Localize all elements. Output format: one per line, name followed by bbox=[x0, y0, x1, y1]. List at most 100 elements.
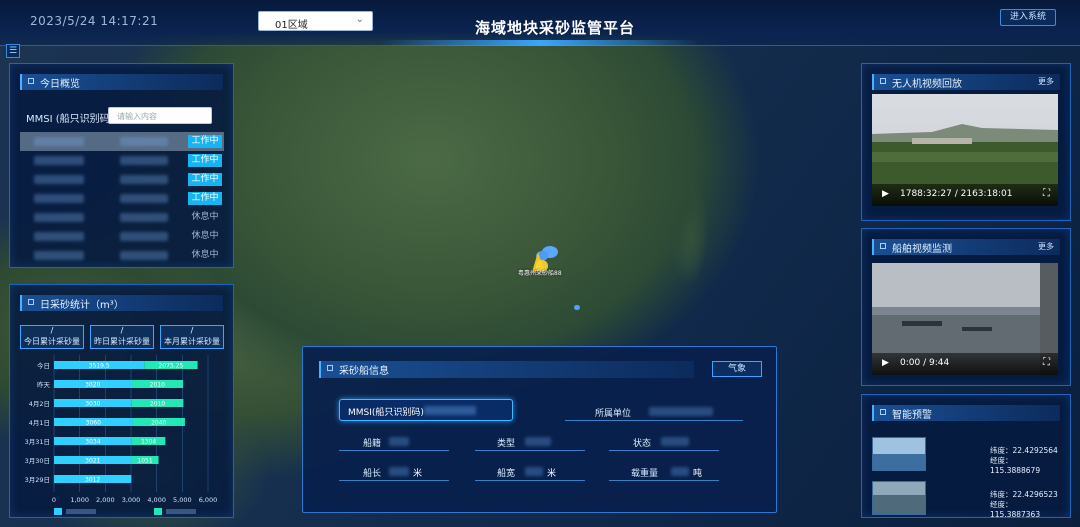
ship-info-panel: 采砂船信息 气象 MMSI(船只识别码) 所属单位 船籍 类型 状态 船长 米 船… bbox=[302, 346, 777, 513]
more-link[interactable]: 更多 bbox=[1038, 241, 1054, 252]
data-label: 3020 bbox=[85, 382, 100, 389]
panel-header: 船舶视频监测 更多 bbox=[872, 239, 1060, 255]
y-category-label: 4月1日 bbox=[29, 419, 50, 427]
data-label: 2040 bbox=[151, 420, 166, 427]
length-field: 船长 米 bbox=[339, 463, 449, 481]
ship-status-table: 工作中 工作中 工作中 工作中 休息中 休息中 休息中 bbox=[20, 132, 224, 265]
y-category-label: 3月30日 bbox=[25, 457, 50, 465]
table-row[interactable]: 休息中 bbox=[20, 227, 224, 246]
alert-item[interactable]: 纬度：22.4292564 经度：115.3888679 bbox=[872, 437, 1058, 475]
stat-card-today: / 今日累计采砂量 bbox=[20, 325, 84, 349]
width-field: 船宽 米 bbox=[475, 463, 585, 481]
legend-label-blur bbox=[66, 509, 96, 514]
ship-marker[interactable]: 粤惠州采砂船88 bbox=[518, 244, 578, 283]
table-row[interactable]: 工作中 bbox=[20, 189, 224, 208]
x-tick-label: 2,000 bbox=[96, 496, 115, 504]
today-ship-panel: 今日概览 MMSI (船只识别码): 请输入内容 工作中 工作中 工作中 工作中… bbox=[9, 63, 234, 268]
legend-label-blur bbox=[166, 509, 196, 514]
panel-title: 智能预警 bbox=[892, 410, 932, 421]
field-label: MMSI(船只识别码) bbox=[348, 408, 424, 418]
field-unit: 米 bbox=[413, 469, 423, 479]
more-link[interactable]: 更多 bbox=[1038, 76, 1054, 87]
data-label: 3030 bbox=[85, 401, 100, 408]
stat-cards: / 今日累计采砂量 / 昨日累计采砂量 / 本月累计采砂量 bbox=[20, 325, 224, 349]
video-time: 1788:32:27 / 2163:18:01 bbox=[900, 189, 1013, 199]
load-field: 载重量 吨 bbox=[609, 463, 719, 481]
video-controls: ▶ 1788:32:27 / 2163:18:01 ⛶ bbox=[872, 184, 1058, 206]
mmsi-search-input[interactable]: 请输入内容 bbox=[108, 107, 212, 124]
registry-field: 船籍 bbox=[339, 433, 449, 451]
panel-title: 船舶视频监测 bbox=[892, 244, 952, 255]
smart-alert-panel: 智能预警 纬度：22.4292564 经度：115.3888679 纬度：22.… bbox=[861, 394, 1071, 519]
alert-longitude: 经度：115.3888679 bbox=[990, 456, 1041, 475]
panel-header: 日采砂统计（m³） bbox=[20, 295, 223, 311]
menu-toggle-icon[interactable]: ☰ bbox=[6, 44, 20, 58]
play-icon[interactable]: ▶ bbox=[882, 189, 889, 199]
data-label: 2010 bbox=[150, 382, 165, 389]
x-tick-label: 1,000 bbox=[70, 496, 89, 504]
daily-sand-chart: 0 1,000 2,000 3,000 4,000 5,000 6,000 今日 3519.5 2… bbox=[25, 355, 218, 515]
alert-item[interactable]: 纬度：22.4296523 经度：115.3887363 bbox=[872, 481, 1058, 519]
alert-thumbnail bbox=[872, 481, 926, 515]
stat-card-month: / 本月累计采砂量 bbox=[160, 325, 224, 349]
x-tick-label: 5,000 bbox=[173, 496, 192, 504]
status-badge: 工作中 bbox=[188, 135, 222, 148]
y-category-label: 今日 bbox=[37, 361, 50, 370]
video-controls: ▶ 0:00 / 9:44 ⛶ bbox=[872, 353, 1058, 375]
legend-swatch bbox=[54, 508, 62, 515]
field-label: 所属单位 bbox=[595, 409, 632, 419]
data-label: 3060 bbox=[86, 420, 101, 427]
page-title: 海域地块采砂监管平台 bbox=[474, 19, 635, 37]
panel-title: 无人机视频回放 bbox=[892, 79, 962, 90]
stat-value: / bbox=[120, 326, 124, 335]
status-badge: 工作中 bbox=[188, 192, 222, 205]
data-label: 2075.25 bbox=[159, 363, 184, 370]
type-field: 类型 bbox=[475, 433, 585, 451]
panel-header: 无人机视频回放 更多 bbox=[872, 74, 1060, 90]
ship-marker-label: 粤惠州采砂船88 bbox=[518, 270, 562, 277]
state-field: 状态 bbox=[609, 433, 719, 451]
sand-stats-panel: 日采砂统计（m³） / 今日累计采砂量 / 昨日累计采砂量 / 本月累计采砂量 0 1,… bbox=[9, 284, 234, 518]
ship-mmsi-field: MMSI(船只识别码) bbox=[339, 399, 513, 421]
data-label: 2010 bbox=[150, 401, 165, 408]
drone-video-panel: 无人机视频回放 更多 ▶ 1788:32:27 / 2163:18:01 ⛶ bbox=[861, 63, 1071, 221]
field-label: 载重量 bbox=[631, 469, 659, 479]
stat-label: 本月累计采砂量 bbox=[164, 337, 220, 346]
field-label: 状态 bbox=[633, 439, 652, 449]
table-row[interactable]: 工作中 bbox=[20, 151, 224, 170]
enter-system-button[interactable]: 进入系统 bbox=[1000, 9, 1056, 26]
field-label: 类型 bbox=[497, 439, 516, 449]
fullscreen-icon[interactable]: ⛶ bbox=[1043, 357, 1050, 368]
stat-value: / bbox=[50, 326, 54, 335]
table-row[interactable]: 工作中 bbox=[20, 132, 224, 151]
chevron-down-icon: ⌄ bbox=[355, 14, 364, 25]
panel-header: 智能预警 bbox=[872, 405, 1060, 421]
region-select-value: 01区域 bbox=[275, 20, 308, 31]
play-icon[interactable]: ▶ bbox=[882, 358, 889, 368]
drone-video-player[interactable]: ▶ 1788:32:27 / 2163:18:01 ⛶ bbox=[872, 94, 1058, 206]
field-label: 船长 bbox=[363, 469, 382, 479]
ship-video-player[interactable]: ▶ 0:00 / 9:44 ⛶ bbox=[872, 263, 1058, 375]
table-row[interactable]: 休息中 bbox=[20, 246, 224, 265]
stat-value: / bbox=[190, 326, 194, 335]
mmsi-label: MMSI (船只识别码): bbox=[26, 114, 117, 125]
panel-header: 采砂船信息 bbox=[319, 361, 694, 378]
region-select[interactable]: 01区域 ⌄ bbox=[258, 11, 373, 31]
stat-card-yesterday: / 昨日累计采砂量 bbox=[90, 325, 154, 349]
panel-header: 今日概览 bbox=[20, 74, 223, 90]
fullscreen-icon[interactable]: ⛶ bbox=[1043, 188, 1050, 199]
field-label: 船籍 bbox=[363, 439, 382, 449]
app-root: { "header": {"datetime": "2023/5/24 14:1… bbox=[0, 0, 1080, 527]
ship-video-panel: 船舶视频监测 更多 ▶ 0:00 / 9:44 ⛶ bbox=[861, 228, 1071, 386]
weather-button[interactable]: 气象 bbox=[712, 361, 762, 377]
table-row[interactable]: 工作中 bbox=[20, 170, 224, 189]
data-label: 3034 bbox=[85, 439, 100, 446]
alert-longitude: 经度：115.3887363 bbox=[990, 500, 1041, 519]
field-unit: 米 bbox=[547, 469, 557, 479]
video-time: 0:00 / 9:44 bbox=[900, 358, 950, 368]
x-tick-label: 0 bbox=[52, 496, 56, 504]
table-row[interactable]: 休息中 bbox=[20, 208, 224, 227]
status-badge: 休息中 bbox=[191, 212, 219, 222]
stat-label: 今日累计采砂量 bbox=[24, 337, 80, 346]
x-tick-label: 6,000 bbox=[199, 496, 218, 504]
